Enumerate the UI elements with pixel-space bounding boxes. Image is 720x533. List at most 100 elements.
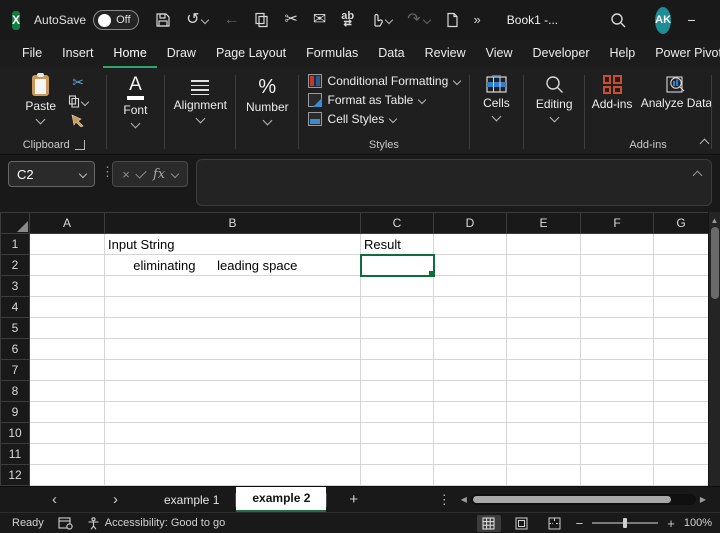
tab-help[interactable]: Help [600,41,646,68]
cell[interactable] [433,380,507,402]
scroll-up-icon[interactable]: ▲ [711,212,719,227]
cell[interactable] [653,296,709,318]
cell[interactable] [29,464,105,486]
insert-function-button[interactable]: fx [153,167,165,182]
vertical-scroll-thumb[interactable] [710,227,719,299]
cell-a1[interactable] [29,233,105,255]
cancel-entry-icon[interactable]: × [122,167,130,182]
row-header-1[interactable]: 1 [0,233,30,255]
touch-mode-button[interactable] [369,12,394,28]
cell[interactable] [580,317,654,339]
cell[interactable] [506,422,581,444]
normal-view-button[interactable] [476,514,501,532]
cell[interactable] [580,338,654,360]
undo-chevron-icon[interactable] [201,15,210,25]
scroll-right-icon[interactable]: ▶ [700,495,706,504]
sheet-nav-left-icon[interactable]: ‹ [48,492,61,507]
row-header-12[interactable]: 12 [0,464,30,486]
cell[interactable] [104,338,361,360]
copy-icon[interactable] [254,12,269,28]
cell-d2[interactable] [433,254,507,276]
editing-group-button[interactable]: Editing [530,72,579,123]
cell[interactable] [580,443,654,465]
cell-g2[interactable] [653,254,709,276]
email-icon[interactable]: ✉ [313,11,326,28]
cell[interactable] [433,464,507,486]
cut-button-icon[interactable]: ✂ [72,75,84,89]
font-group-button[interactable]: A Font [117,72,153,129]
cell-b2[interactable]: eliminating leading space [104,254,361,276]
cell[interactable] [653,401,709,423]
name-box[interactable]: C2 [8,161,95,187]
cell[interactable] [29,296,105,318]
cell-f1[interactable] [580,233,654,255]
cell-styles-button[interactable]: Cell Styles [307,112,398,126]
row-header-7[interactable]: 7 [0,359,30,381]
cell[interactable] [506,380,581,402]
maximize-button[interactable]: □ [712,0,720,40]
cell-e2[interactable] [506,254,581,276]
format-as-table-button[interactable]: Format as Table [307,93,427,107]
row-header-5[interactable]: 5 [0,317,30,339]
cell[interactable] [104,443,361,465]
cell-d1[interactable] [433,233,507,255]
confirm-entry-icon[interactable] [135,166,148,179]
tab-formulas[interactable]: Formulas [296,41,368,68]
addins-button[interactable]: Add-ins [586,72,639,111]
cell-e1[interactable] [506,233,581,255]
cell[interactable] [433,443,507,465]
number-group-button[interactable]: % Number [240,72,295,126]
cell[interactable] [506,401,581,423]
cell[interactable] [29,275,105,297]
alignment-group-button[interactable]: Alignment [168,72,233,124]
row-header-10[interactable]: 10 [0,422,30,444]
paste-chevron-icon[interactable] [35,114,46,125]
sheet-tab-example-1[interactable]: example 1 [148,487,235,513]
cell[interactable] [360,464,434,486]
zoom-slider-thumb[interactable] [623,518,628,528]
cell[interactable] [104,296,361,318]
cell[interactable] [580,422,654,444]
cell[interactable] [104,317,361,339]
cell-c1[interactable]: Result [360,233,434,255]
clipboard-dialog-launcher-icon[interactable] [74,139,85,150]
cell[interactable] [580,380,654,402]
touch-chevron-icon[interactable] [384,15,394,25]
cell-f2[interactable] [580,254,654,276]
new-sheet-button[interactable]: + [327,491,380,508]
cell[interactable] [653,380,709,402]
new-document-icon[interactable] [445,12,459,28]
cell[interactable] [433,359,507,381]
cell[interactable] [580,296,654,318]
analyze-data-button[interactable]: Analyze Data [641,72,712,111]
column-header-g[interactable]: G [653,212,709,234]
qat-overflow-button[interactable]: » [474,13,481,26]
cell[interactable] [104,464,361,486]
cell[interactable] [506,359,581,381]
editing-chevron-icon[interactable] [549,112,560,123]
account-avatar[interactable]: AK [655,6,672,34]
cell[interactable] [360,338,434,360]
autosave-toggle[interactable]: Off [93,10,140,30]
paste-button[interactable]: Paste [19,72,62,125]
row-header-6[interactable]: 6 [0,338,30,360]
sheet-options-icon[interactable]: ⋮ [428,492,461,508]
column-header-e[interactable]: E [506,212,581,234]
translate-icon[interactable]: ab ⇄ [341,10,354,29]
cell[interactable] [506,464,581,486]
cell[interactable] [360,422,434,444]
format-painter-icon[interactable] [71,114,85,127]
column-header-d[interactable]: D [433,212,507,234]
cell[interactable] [104,401,361,423]
page-layout-view-button[interactable] [510,515,534,532]
cell[interactable] [104,359,361,381]
font-chevron-icon[interactable] [130,118,141,129]
cell[interactable] [360,296,434,318]
cell[interactable] [506,317,581,339]
tab-data[interactable]: Data [368,41,414,68]
cell[interactable] [360,275,434,297]
cell[interactable] [653,275,709,297]
column-header-c[interactable]: C [360,212,434,234]
search-icon[interactable] [610,12,627,29]
expand-formula-bar-icon[interactable] [692,170,703,181]
